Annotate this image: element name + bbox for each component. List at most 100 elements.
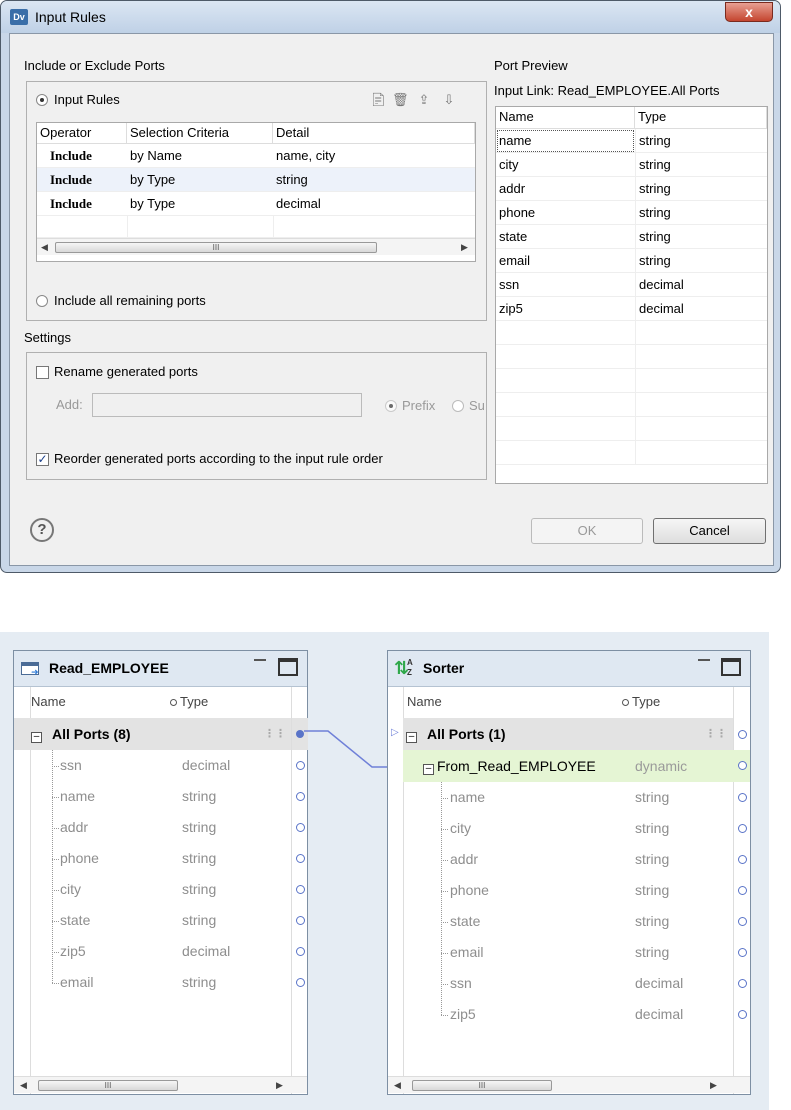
port-connector[interactable] [738, 886, 747, 895]
new-rule-icon[interactable]: 📄︎ [370, 92, 387, 108]
port-connector[interactable] [296, 885, 305, 894]
port-row[interactable]: name string [388, 782, 750, 813]
read-col-name[interactable]: Name [31, 687, 66, 717]
port-connector[interactable] [738, 948, 747, 957]
collapse-icon[interactable]: – [423, 759, 434, 775]
port-connector[interactable] [296, 792, 305, 801]
sorter-col-type[interactable]: Type [632, 687, 660, 717]
col-header-type[interactable]: Type [635, 107, 767, 129]
port-connector[interactable] [738, 855, 747, 864]
col-header-operator[interactable]: Operator [37, 123, 127, 144]
include-remaining-radio[interactable] [36, 295, 48, 307]
port-connector[interactable] [296, 854, 305, 863]
port-row[interactable]: addr string [388, 844, 750, 875]
minimize-icon[interactable] [254, 659, 266, 661]
port-connector[interactable] [296, 978, 305, 987]
port-connector[interactable] [738, 793, 747, 802]
port-connector[interactable] [738, 917, 747, 926]
port-connector[interactable] [738, 979, 747, 988]
read-employee-node[interactable]: ➜ Read_EMPLOYEE Name Type – All Ports (8… [13, 650, 308, 1095]
sorter-group-port[interactable] [738, 730, 747, 739]
rename-checkbox[interactable] [36, 366, 49, 379]
table-row[interactable]: Include by Type decimal [37, 192, 475, 216]
port-row[interactable]: addr string [14, 812, 308, 843]
port-connector[interactable] [296, 947, 305, 956]
port-row[interactable]: name string [14, 781, 308, 812]
collapse-icon[interactable]: – [406, 718, 417, 750]
table-row[interactable]: email string [496, 249, 767, 273]
sorter-node[interactable]: ⇅ AZ Sorter Name Type ▷ – All Ports (1) … [387, 650, 751, 1095]
add-input[interactable] [92, 393, 362, 417]
port-connector[interactable] [738, 824, 747, 833]
drag-handle-icon[interactable]: ⋮⋮ [264, 718, 286, 750]
scroll-right-icon[interactable]: ▶ [710, 1080, 717, 1091]
minimize-icon[interactable] [698, 659, 710, 661]
move-down-icon[interactable]: ⇩ [441, 92, 457, 108]
scroll-thumb[interactable]: III [38, 1080, 178, 1091]
port-row[interactable]: phone string [14, 843, 308, 874]
read-node-header[interactable]: ➜ Read_EMPLOYEE [14, 651, 307, 687]
table-row[interactable]: addr string [496, 177, 767, 201]
scroll-right-icon[interactable]: ▶ [276, 1080, 283, 1091]
port-row[interactable]: state string [14, 905, 308, 936]
scroll-left-icon[interactable]: ◀ [394, 1080, 401, 1091]
table-row[interactable]: ssn decimal [496, 273, 767, 297]
rules-table-scrollbar[interactable]: ◀ III ▶ [37, 238, 475, 255]
table-row[interactable]: name string [496, 129, 767, 153]
input-rules-radio[interactable] [36, 94, 48, 106]
ok-button[interactable]: OK [531, 518, 643, 544]
col-header-detail[interactable]: Detail [273, 123, 475, 144]
port-row[interactable]: ssn decimal [388, 968, 750, 999]
table-row[interactable]: Include by Type string [37, 168, 475, 192]
cancel-button[interactable]: Cancel [653, 518, 766, 544]
scroll-right-icon[interactable]: ▶ [461, 242, 468, 253]
scroll-thumb[interactable]: III [412, 1080, 552, 1091]
table-row[interactable]: city string [496, 153, 767, 177]
table-row[interactable]: phone string [496, 201, 767, 225]
col-header-criteria[interactable]: Selection Criteria [127, 123, 273, 144]
delete-rule-icon[interactable]: 🗑︎ [392, 92, 409, 108]
port-connector[interactable] [738, 1010, 747, 1019]
port-row[interactable]: email string [14, 967, 308, 998]
col-header-name[interactable]: Name [496, 107, 635, 129]
table-row[interactable]: zip5 decimal [496, 297, 767, 321]
port-name: addr [450, 851, 479, 867]
read-group-all-ports[interactable]: – All Ports (8) ⋮⋮ [14, 718, 291, 750]
scroll-thumb[interactable]: III [55, 242, 377, 253]
dynamic-port-row[interactable]: – From_Read_EMPLOYEE dynamic [403, 750, 750, 782]
sorter-node-header[interactable]: ⇅ AZ Sorter [388, 651, 750, 687]
sorter-group-all-ports[interactable]: – All Ports (1) ⋮⋮ [403, 718, 733, 750]
read-node-scrollbar[interactable]: ◀ III ▶ [14, 1076, 307, 1093]
drag-handle-icon[interactable]: ⋮⋮ [705, 718, 727, 750]
suffix-radio[interactable] [452, 400, 464, 412]
table-row[interactable]: state string [496, 225, 767, 249]
scroll-left-icon[interactable]: ◀ [41, 242, 48, 253]
table-row[interactable]: Include by Name name, city [37, 144, 475, 168]
sorter-col-name[interactable]: Name [407, 687, 442, 717]
port-row[interactable]: phone string [388, 875, 750, 906]
dynamic-port-port[interactable] [738, 761, 747, 770]
close-button[interactable]: x [725, 2, 773, 22]
port-connector[interactable] [296, 823, 305, 832]
port-row[interactable]: city string [14, 874, 308, 905]
port-row[interactable]: ssn decimal [14, 750, 308, 781]
port-row[interactable]: email string [388, 937, 750, 968]
reorder-checkbox[interactable]: ✓ [36, 453, 49, 466]
table-row-empty [496, 417, 767, 441]
port-connector[interactable] [296, 916, 305, 925]
port-row[interactable]: state string [388, 906, 750, 937]
scroll-left-icon[interactable]: ◀ [20, 1080, 27, 1091]
maximize-icon[interactable] [278, 658, 298, 676]
port-row[interactable]: zip5 decimal [14, 936, 308, 967]
sorter-node-scrollbar[interactable]: ◀ III ▶ [388, 1076, 750, 1093]
maximize-icon[interactable] [721, 658, 741, 676]
port-row[interactable]: zip5 decimal [388, 999, 750, 1030]
prefix-radio[interactable] [385, 400, 397, 412]
rule-detail: string [276, 172, 308, 187]
read-col-type[interactable]: Type [180, 687, 208, 717]
dialog-titlebar[interactable]: Dv Input Rules x [1, 1, 780, 33]
move-up-icon[interactable]: ⇪ [416, 92, 432, 108]
port-row[interactable]: city string [388, 813, 750, 844]
collapse-icon[interactable]: – [31, 718, 42, 750]
help-icon[interactable]: ? [30, 518, 54, 542]
